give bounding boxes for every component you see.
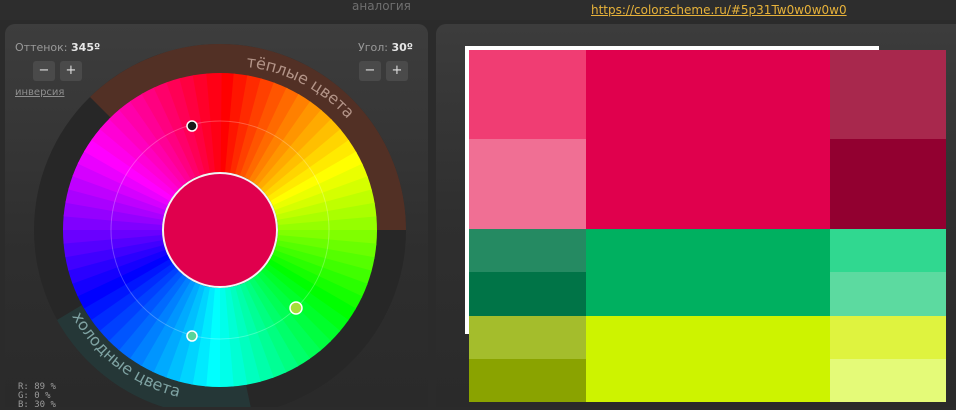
palette-swatch-main[interactable] bbox=[586, 316, 830, 359]
hue-marker-tertiary[interactable] bbox=[186, 330, 198, 342]
palette-swatch-left[interactable] bbox=[469, 229, 586, 272]
palette-swatch-right[interactable] bbox=[830, 139, 946, 229]
selected-color-swatch bbox=[162, 172, 278, 288]
hue-marker-secondary[interactable] bbox=[289, 301, 303, 315]
color-palette bbox=[469, 50, 946, 402]
palette-swatch-main[interactable] bbox=[586, 359, 830, 402]
palette-swatch-main[interactable] bbox=[586, 139, 830, 229]
palette-swatch-main[interactable] bbox=[586, 272, 830, 316]
palette-swatch-right[interactable] bbox=[830, 359, 946, 402]
rgb-readout: R: 89 % G: 0 % B: 30 % bbox=[18, 382, 56, 410]
color-wheel[interactable]: тёплые цвета холодные цвета bbox=[0, 0, 440, 407]
palette-swatch-right[interactable] bbox=[830, 50, 946, 139]
palette-swatch-left[interactable] bbox=[469, 359, 586, 402]
hue-marker-primary[interactable] bbox=[186, 120, 198, 132]
palette-swatch-main[interactable] bbox=[586, 50, 830, 139]
palette-swatch-left[interactable] bbox=[469, 272, 586, 316]
palette-swatch-main[interactable] bbox=[586, 229, 830, 272]
palette-swatch-left[interactable] bbox=[469, 139, 586, 229]
palette-swatch-right[interactable] bbox=[830, 316, 946, 359]
palette-swatch-left[interactable] bbox=[469, 50, 586, 139]
palette-swatch-left[interactable] bbox=[469, 316, 586, 359]
palette-swatch-right[interactable] bbox=[830, 272, 946, 316]
scheme-url-link[interactable]: https://colorscheme.ru/#5p31Tw0w0w0w0 bbox=[591, 3, 847, 17]
palette-swatch-right[interactable] bbox=[830, 229, 946, 272]
